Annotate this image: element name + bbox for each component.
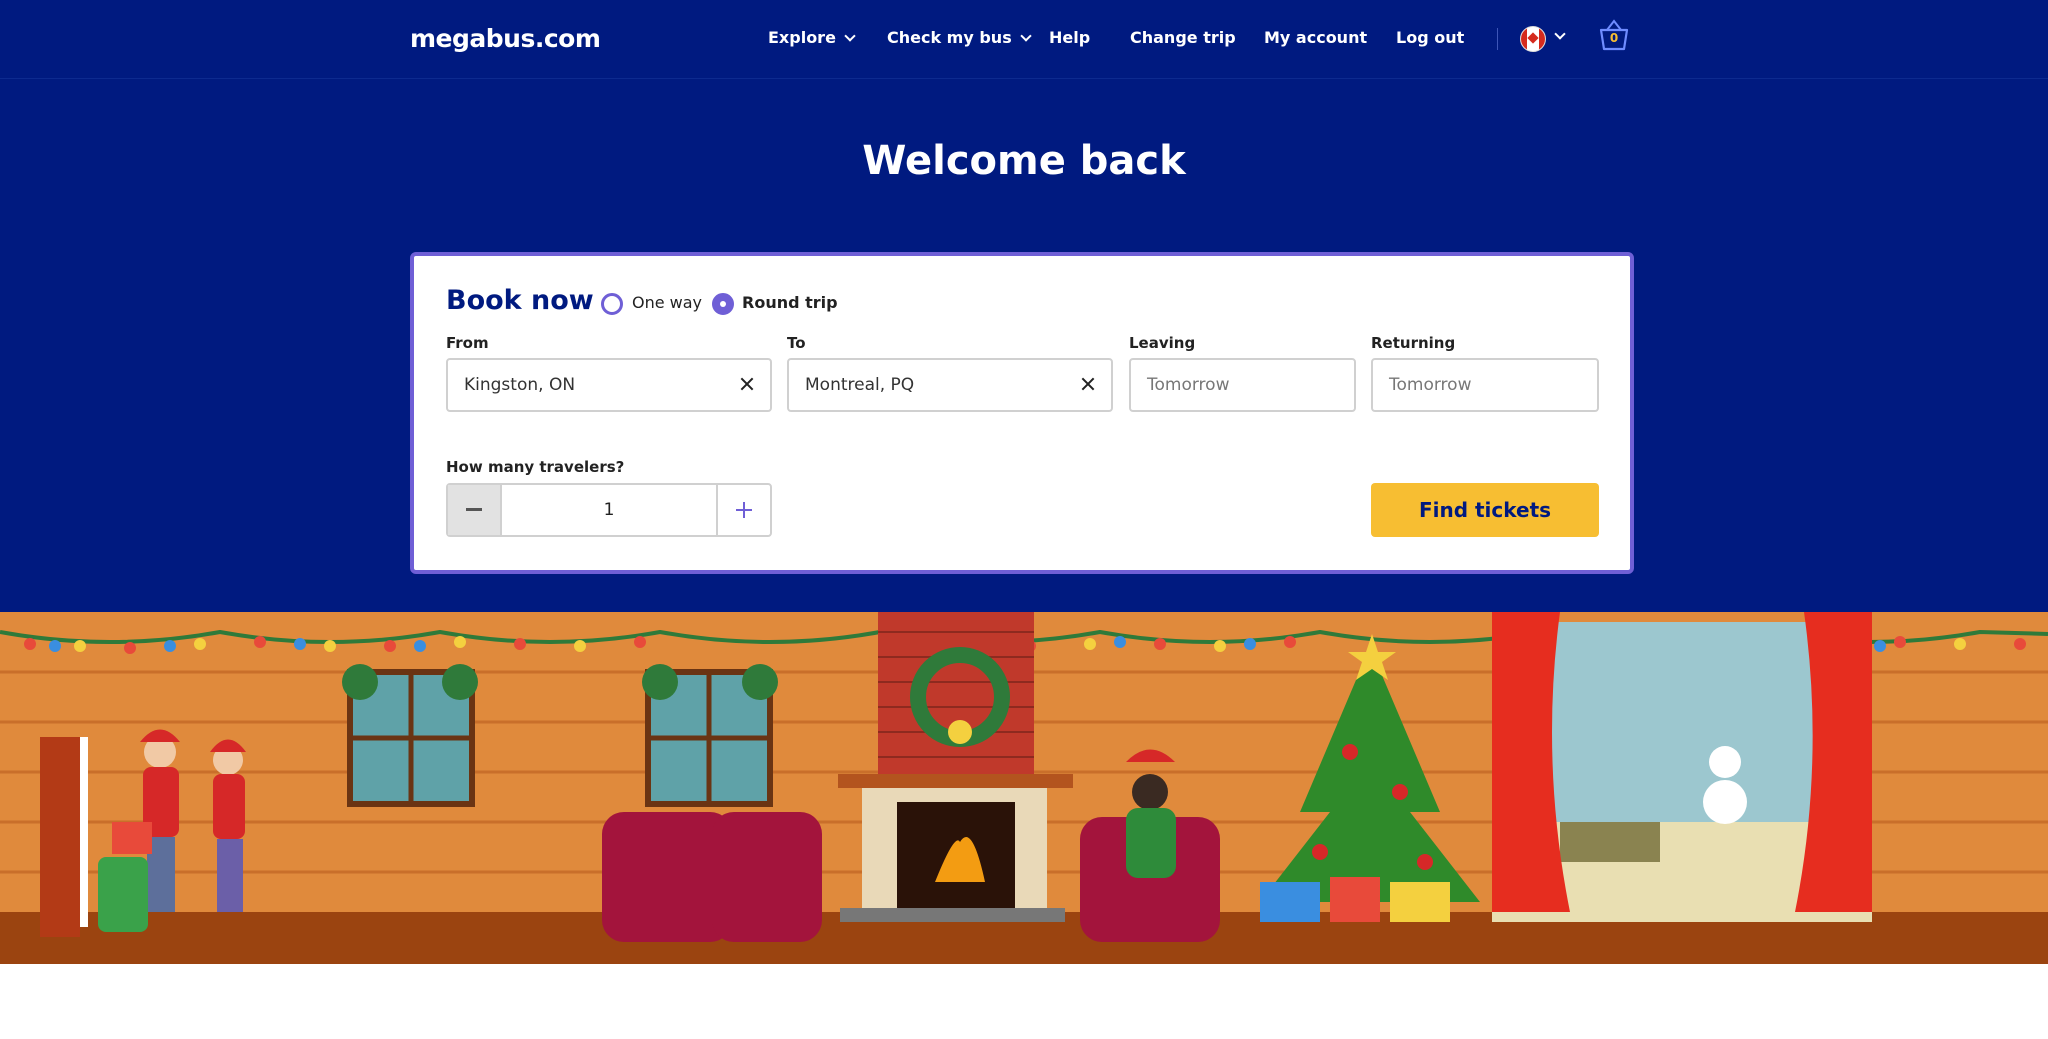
returning-date-field[interactable]: Tomorrow bbox=[1371, 358, 1599, 412]
leaving-date-field[interactable]: Tomorrow bbox=[1129, 358, 1356, 412]
travelers-stepper: 1 bbox=[446, 483, 772, 537]
nav-help-label: Help bbox=[1049, 28, 1091, 47]
decrement-button[interactable] bbox=[448, 485, 502, 535]
basket-count: 0 bbox=[1609, 31, 1619, 45]
nav-change-trip-label: Change trip bbox=[1130, 28, 1236, 47]
clear-icon[interactable] bbox=[738, 375, 756, 393]
nav-my-account[interactable]: My account bbox=[1264, 28, 1367, 47]
holiday-illustration bbox=[0, 612, 2048, 964]
nav-change-trip[interactable]: Change trip bbox=[1130, 28, 1236, 47]
find-tickets-button[interactable]: Find tickets bbox=[1371, 483, 1599, 537]
chevron-down-icon bbox=[1020, 29, 1032, 42]
nav-check-my-bus[interactable]: Check my bus bbox=[887, 28, 1032, 47]
from-label: From bbox=[446, 334, 489, 352]
chevron-down-icon[interactable] bbox=[1554, 28, 1566, 40]
nav-log-out[interactable]: Log out bbox=[1396, 28, 1464, 47]
chevron-down-icon bbox=[844, 29, 856, 42]
round-trip-label[interactable]: Round trip bbox=[742, 293, 838, 312]
nav-check-my-bus-label: Check my bus bbox=[887, 28, 1012, 47]
one-way-label[interactable]: One way bbox=[632, 293, 702, 312]
page-title: Welcome back bbox=[862, 138, 1186, 184]
nav-my-account-label: My account bbox=[1264, 28, 1368, 47]
travelers-count[interactable]: 1 bbox=[500, 485, 718, 535]
returning-label: Returning bbox=[1371, 334, 1456, 352]
booking-title: Book now bbox=[446, 285, 594, 316]
returning-placeholder: Tomorrow bbox=[1389, 375, 1472, 395]
canada-flag-icon[interactable] bbox=[1520, 26, 1546, 52]
nav-explore[interactable]: Explore bbox=[768, 28, 856, 47]
from-field[interactable]: Kingston, ON bbox=[446, 358, 772, 412]
to-label: To bbox=[787, 334, 806, 352]
to-value: Montreal, PQ bbox=[805, 375, 915, 395]
top-navigation: megabus.com Explore Check my bus Help Ch… bbox=[0, 0, 2048, 79]
leaving-label: Leaving bbox=[1129, 334, 1196, 352]
round-trip-radio[interactable] bbox=[712, 293, 734, 315]
one-way-radio[interactable] bbox=[601, 293, 623, 315]
to-field[interactable]: Montreal, PQ bbox=[787, 358, 1113, 412]
leaving-placeholder: Tomorrow bbox=[1147, 375, 1230, 395]
megabus-logo[interactable]: megabus.com bbox=[410, 24, 601, 53]
nav-explore-label: Explore bbox=[768, 28, 836, 47]
nav-help[interactable]: Help bbox=[1049, 28, 1090, 47]
clear-icon[interactable] bbox=[1079, 375, 1097, 393]
from-value: Kingston, ON bbox=[464, 375, 576, 395]
travelers-label: How many travelers? bbox=[446, 458, 625, 476]
nav-log-out-label: Log out bbox=[1396, 28, 1465, 47]
nav-divider bbox=[1497, 28, 1498, 50]
increment-button[interactable] bbox=[716, 485, 770, 535]
